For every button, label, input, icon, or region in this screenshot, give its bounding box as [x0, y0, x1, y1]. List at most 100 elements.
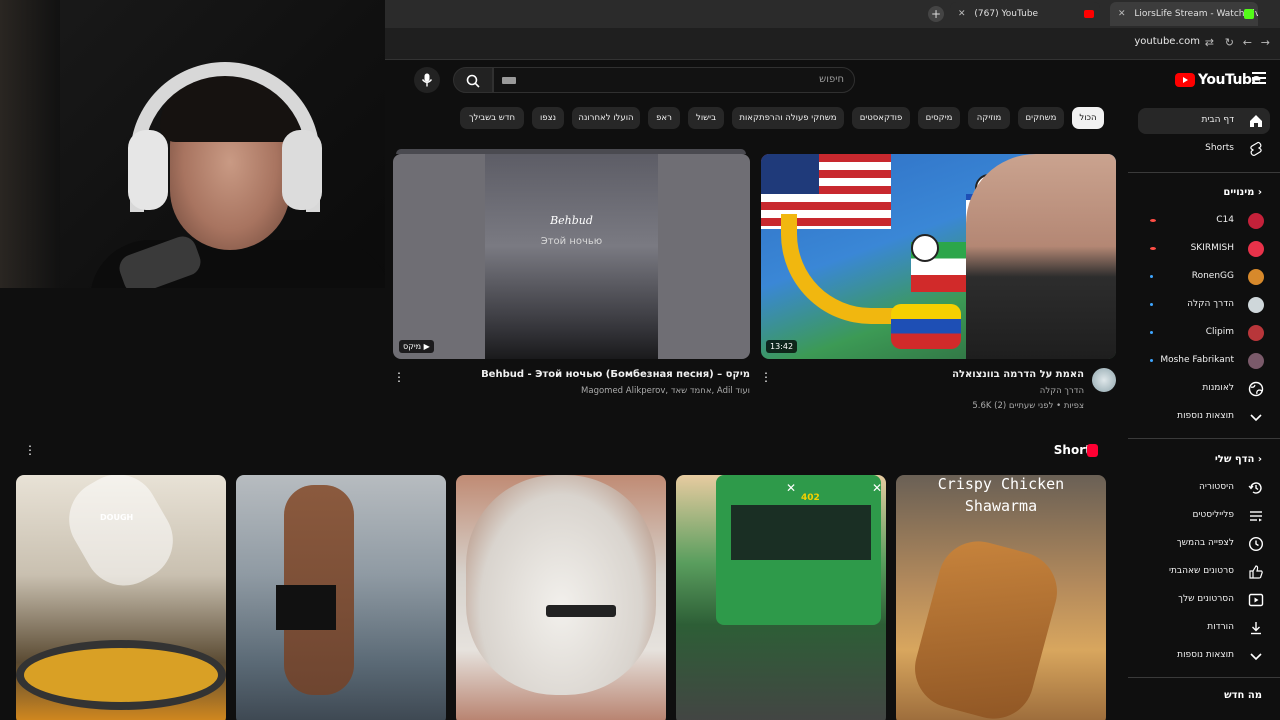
- sidebar-item-history[interactable]: היסטוריה: [1138, 475, 1270, 501]
- close-tab-icon[interactable]: ✕: [1118, 9, 1126, 19]
- more-actions-icon[interactable]: ⋮: [393, 370, 405, 384]
- video-thumbnail-venezuela[interactable]: 13:42: [761, 154, 1116, 359]
- video-title[interactable]: Behbud - Этой ночью (Бомбезная песня) – …: [481, 369, 750, 380]
- back-icon[interactable]: ←: [1243, 36, 1252, 49]
- channel-avatar: [1248, 241, 1264, 257]
- sidebar-show-more-subs[interactable]: תוצאות נוספות: [1138, 404, 1270, 430]
- forward-icon[interactable]: →: [1261, 36, 1270, 49]
- short-overlay-text: Crispy Chicken: [937, 475, 1065, 493]
- short-video-dough[interactable]: DOUGH: [16, 475, 226, 720]
- close-icon: ✕: [872, 481, 883, 495]
- short-video-shaving[interactable]: [456, 475, 666, 720]
- filter-chips: הכול משחקים מוזיקה מיקסים פודקאסטים משחק…: [440, 107, 1110, 129]
- reload-icon[interactable]: ↻: [1225, 36, 1234, 49]
- video-channels[interactable]: Magomed Alikperov, אחמד שאד, Adil ועוד: [581, 386, 750, 396]
- channel-avatar: [1248, 297, 1264, 313]
- sidebar-item-watch-later[interactable]: לצפייה בהמשך: [1138, 531, 1270, 557]
- site-settings-icon[interactable]: ⇄: [1205, 36, 1214, 49]
- chip-action-adventure[interactable]: משחקי פעולה והרפתקאות: [732, 107, 844, 129]
- bus-number-text: 402: [801, 493, 820, 503]
- sidebar-item-label: הדרך הקלה: [1187, 299, 1234, 309]
- more-actions-icon[interactable]: ⋮: [760, 370, 772, 384]
- channel-avatar: [1248, 353, 1264, 369]
- voice-search-button[interactable]: [414, 67, 440, 93]
- new-content-dot-icon: [1150, 359, 1153, 362]
- thumbnail-subtitle-text: Этой ночью: [540, 236, 603, 247]
- channel-avatar: [1248, 213, 1264, 229]
- chip-podcasts[interactable]: פודקאסטים: [852, 107, 910, 129]
- close-tab-icon[interactable]: ✕: [958, 9, 966, 19]
- channel-avatar[interactable]: [1092, 368, 1116, 392]
- sidebar-item-playlists[interactable]: פלייליסטים: [1138, 503, 1270, 529]
- sidebar-item-sub-leumanut[interactable]: לאומנות: [1138, 376, 1270, 402]
- short-video-bus[interactable]: 402 ✕ ✕: [676, 475, 886, 720]
- tab-kick-stream[interactable]: ✕ LiorsLife Stream - Watch Live on Kick: [1110, 2, 1258, 26]
- search-input[interactable]: חיפוש: [493, 67, 855, 93]
- shorts-logo-icon: [1087, 444, 1098, 457]
- whats-new-header: מה חדש: [1224, 690, 1262, 701]
- search-placeholder: חיפוש: [819, 74, 844, 85]
- video-channel-name[interactable]: הדרך הקלה: [1040, 386, 1084, 396]
- history-icon: [1248, 482, 1262, 494]
- search-button[interactable]: [453, 67, 493, 93]
- video-thumbnail-mix[interactable]: Behbud Этой ночью מיקס ▶︎: [393, 154, 750, 359]
- sidebar-item-sub-c14[interactable]: C14: [1138, 208, 1270, 234]
- shorts-more-icon[interactable]: ⋮: [24, 443, 36, 457]
- sidebar-item-sub-ronengg[interactable]: RonenGG: [1138, 264, 1270, 290]
- sidebar-divider: [1128, 172, 1280, 173]
- sidebar-show-more-you[interactable]: תוצאות נוספות: [1138, 643, 1270, 669]
- chip-watched[interactable]: נצפו: [532, 107, 564, 129]
- sidebar-item-label: RonenGG: [1191, 271, 1234, 281]
- mix-badge-label: מיקס: [403, 342, 422, 351]
- chip-recently-uploaded[interactable]: הועלו לאחרונה: [572, 107, 640, 129]
- subscriptions-header[interactable]: מינויים ›: [1223, 187, 1262, 198]
- presenter-art: [966, 154, 1116, 359]
- chip-games[interactable]: משחקים: [1018, 107, 1064, 129]
- sidebar-item-shorts[interactable]: Shorts: [1138, 136, 1270, 162]
- url-text[interactable]: youtube.com: [1134, 36, 1200, 47]
- chip-all[interactable]: הכול: [1072, 107, 1104, 129]
- chevron-down-icon: [1250, 414, 1262, 422]
- tab-label: LiorsLife Stream - Watch Live on Kick: [1134, 9, 1258, 19]
- duration-badge: 13:42: [766, 340, 798, 353]
- sidebar-item-downloads[interactable]: הורדות: [1138, 615, 1270, 641]
- sidebar-item-label: Clipim: [1205, 327, 1234, 337]
- screen: + ✕ (767) YouTube ✕ LiorsLife Stream - W…: [0, 0, 1280, 720]
- sidebar-item-liked-videos[interactable]: סרטונים שאהבתי: [1138, 559, 1270, 585]
- chip-mixes[interactable]: מיקסים: [918, 107, 960, 129]
- short-video-shawarma[interactable]: Crispy Chicken Shawarma: [896, 475, 1106, 720]
- new-content-dot-icon: [1150, 303, 1153, 306]
- arrow-art: [781, 214, 901, 324]
- youtube-logo[interactable]: YouTube: [1175, 72, 1261, 88]
- keyboard-icon[interactable]: [502, 77, 516, 84]
- sidebar-item-home[interactable]: דף הבית: [1138, 108, 1270, 134]
- fight-shorts-art: [276, 585, 336, 630]
- you-header[interactable]: הדף שלי ›: [1215, 454, 1262, 465]
- channel-avatar: [1248, 269, 1264, 285]
- new-tab-button[interactable]: +: [928, 6, 944, 22]
- chip-music[interactable]: מוזיקה: [968, 107, 1010, 129]
- sidebar-divider: [1128, 438, 1280, 439]
- chip-cooking[interactable]: בישול: [688, 107, 724, 129]
- sidebar-item-sub-haderech-hakala[interactable]: הדרך הקלה: [1138, 292, 1270, 318]
- sidebar-item-label: לצפייה בהמשך: [1176, 538, 1234, 548]
- sidebar-item-sub-skirmish[interactable]: SKIRMISH: [1138, 236, 1270, 262]
- sidebar-item-label: פלייליסטים: [1192, 510, 1234, 520]
- short-video-fighter[interactable]: [236, 475, 446, 720]
- pan-art: [16, 640, 226, 710]
- mix-artwork: Behbud Этой ночью: [485, 154, 658, 359]
- chip-rap[interactable]: ראפ: [648, 107, 680, 129]
- cartoon-eyes-art: [911, 234, 939, 262]
- sidebar-item-label: הסרטונים שלך: [1178, 594, 1234, 604]
- tab-youtube[interactable]: ✕ (767) YouTube: [950, 2, 1100, 26]
- video-title[interactable]: האמת על הדרמה בוונצואלה: [952, 369, 1084, 380]
- sidebar-item-sub-clipim[interactable]: Clipim: [1138, 320, 1270, 346]
- sidebar-item-your-videos[interactable]: הסרטונים שלך: [1138, 587, 1270, 613]
- sidebar-item-sub-moshe-fabrikant[interactable]: Moshe Fabrikant: [1138, 348, 1270, 374]
- headphones-left-cup: [128, 130, 168, 210]
- webcam-background: [0, 0, 60, 288]
- kick-favicon-icon: [1244, 9, 1254, 19]
- channel-avatar: [1248, 325, 1264, 341]
- chip-new-for-you[interactable]: חדש בשבילך: [460, 107, 524, 129]
- playlist-icon: [1250, 511, 1262, 522]
